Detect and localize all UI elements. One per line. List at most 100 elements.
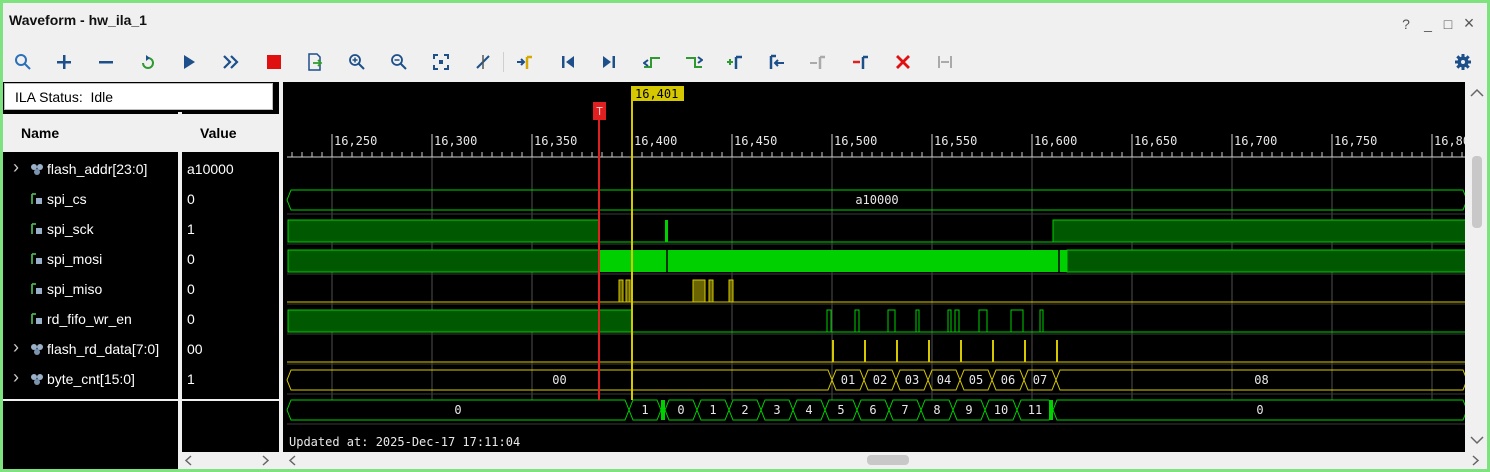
next-marker-icon[interactable] [806,50,830,74]
signal-name: spi_mosi [47,251,103,267]
remove-marker-icon[interactable] [849,50,873,74]
byte-cnt-glitch [661,400,665,420]
byte-cnt-label: 2 [741,403,748,417]
stop-icon[interactable] [262,50,286,74]
signal-name: spi_cs [47,191,87,207]
signal-row[interactable]: › flash_rd_data[7:0] 00 [3,334,279,364]
ila-status: ILA Status: Idle [4,83,273,110]
signal-row[interactable]: › byte_cnt[15:0] 1 [3,364,279,394]
flash-rd-data-label: 07 [1033,373,1047,387]
signal-value: 0 [187,281,195,297]
prev-marker-icon[interactable] [765,50,789,74]
zoom-in-icon[interactable] [345,50,369,74]
run-all-icon[interactable] [219,50,243,74]
ruler-tick-label: 16,350 [534,134,577,148]
run-icon[interactable] [177,50,201,74]
first-icon[interactable] [556,50,580,74]
waveform-window: Waveform - hw_ila_1 ? _ □ × ILA Status: [3,3,1487,469]
toolbar [3,44,1487,80]
byte-cnt-label: 8 [933,403,940,417]
signal-row[interactable]: › flash_addr[23:0] a10000 [3,154,279,184]
rd-fifo-wr-en-pulse [864,340,866,362]
rd-fifo-wr-en-pulse [896,340,898,362]
signal-value: 00 [187,341,203,357]
add-marker-icon[interactable] [723,50,747,74]
expand-chevron-icon[interactable]: › [13,152,19,182]
prev-transition-icon[interactable] [640,50,664,74]
byte-cnt-label: 0 [454,403,461,417]
signal-row[interactable]: spi_miso 0 [3,274,279,304]
flash-rd-data-label: 04 [937,373,951,387]
close-icon[interactable]: × [1461,13,1477,34]
add-icon[interactable] [52,50,76,74]
signal-value: 1 [187,371,195,387]
name-column-header[interactable]: Name [3,114,178,152]
left-hscrollbar[interactable] [179,452,279,469]
spi-mosi-pulse [692,279,706,303]
spi-sck-burst [599,250,1067,272]
byte-cnt-label: 5 [837,403,844,417]
waveform-canvas[interactable]: 16,250 16,300 16,350 16,400 16,450 16,500 16,5… [283,82,1470,452]
ruler-tick-label: 16,700 [1234,134,1277,148]
flash-rd-data-label: 06 [1001,373,1015,387]
signal-name: rd_fifo_wr_en [47,311,132,327]
waveform-hscrollbar[interactable] [283,452,1487,469]
spi-miso-pulse [947,309,952,332]
ruler-tick-label: 16,600 [1034,134,1077,148]
rd-fifo-wr-en-pulse [960,340,962,362]
signal-value: 0 [187,251,195,267]
ruler-tick-label: 16,750 [1334,134,1377,148]
rd-fifo-wr-en-pulse [992,340,994,362]
minimize-icon[interactable]: _ [1420,16,1436,32]
rd-fifo-wr-en-pulse [1056,340,1058,362]
remove-icon[interactable] [94,50,118,74]
ruler-tick-label: 16,550 [934,134,977,148]
refresh-icon[interactable] [136,50,160,74]
signal-panel: ILA Status: Idle Name Value › flash_addr[… [3,82,279,469]
byte-cnt-label: 10 [994,403,1008,417]
zoom-fit-icon[interactable] [429,50,453,74]
title-bar: Waveform - hw_ila_1 ? _ □ × [3,3,1487,39]
next-transition-icon[interactable] [682,50,706,74]
signal-name: spi_miso [47,281,103,297]
cursor-icon[interactable] [471,50,495,74]
flash-rd-data-label: 08 [1254,373,1268,387]
value-column-header[interactable]: Value [182,114,279,152]
signal-row[interactable]: spi_sck 1 [3,214,279,244]
help-icon[interactable]: ? [1398,16,1414,32]
signal-row[interactable]: spi_mosi 0 [3,244,279,274]
ruler-tick-label: 16,300 [434,134,477,148]
expand-chevron-icon[interactable]: › [13,362,19,392]
goto-marker-icon[interactable] [513,50,537,74]
updated-timestamp: Updated at: 2025-Dec-17 17:11:04 [289,435,520,449]
flash-rd-data-label: 00 [552,373,566,387]
flash-rd-data-label: 03 [905,373,919,387]
byte-cnt-label: 0 [1256,403,1263,417]
expand-chevron-icon[interactable]: › [13,332,19,362]
byte-cnt-label: 0 [677,403,684,417]
ruler-tick-label: 16,650 [1134,134,1177,148]
delete-icon[interactable] [891,50,915,74]
bus-signal-icon [31,164,43,175]
byte-cnt-label: 1 [709,403,716,417]
bit-signal-icon [31,283,42,294]
spi-mosi-pulse [618,279,624,303]
maximize-icon[interactable]: □ [1440,16,1456,32]
trigger-label: T [596,105,603,118]
byte-cnt-label: 11 [1028,403,1042,417]
spi-miso-pulse [854,309,860,332]
swap-cursor-icon[interactable] [933,50,957,74]
gear-icon[interactable] [1451,50,1475,74]
waveform-vscrollbar[interactable] [1467,82,1487,452]
byte-cnt-glitch [1049,400,1053,420]
ruler-tick-label: 16,400 [634,134,677,148]
rd-fifo-wr-en-pulse [928,340,930,362]
signal-row[interactable]: spi_cs 0 [3,184,279,214]
last-icon[interactable] [597,50,621,74]
signal-name: spi_sck [47,221,94,237]
signal-row[interactable]: rd_fifo_wr_en 0 [3,304,279,334]
export-icon[interactable] [303,50,327,74]
search-icon[interactable] [11,50,35,74]
spi-mosi-pulse [625,279,631,303]
zoom-out-icon[interactable] [387,50,411,74]
